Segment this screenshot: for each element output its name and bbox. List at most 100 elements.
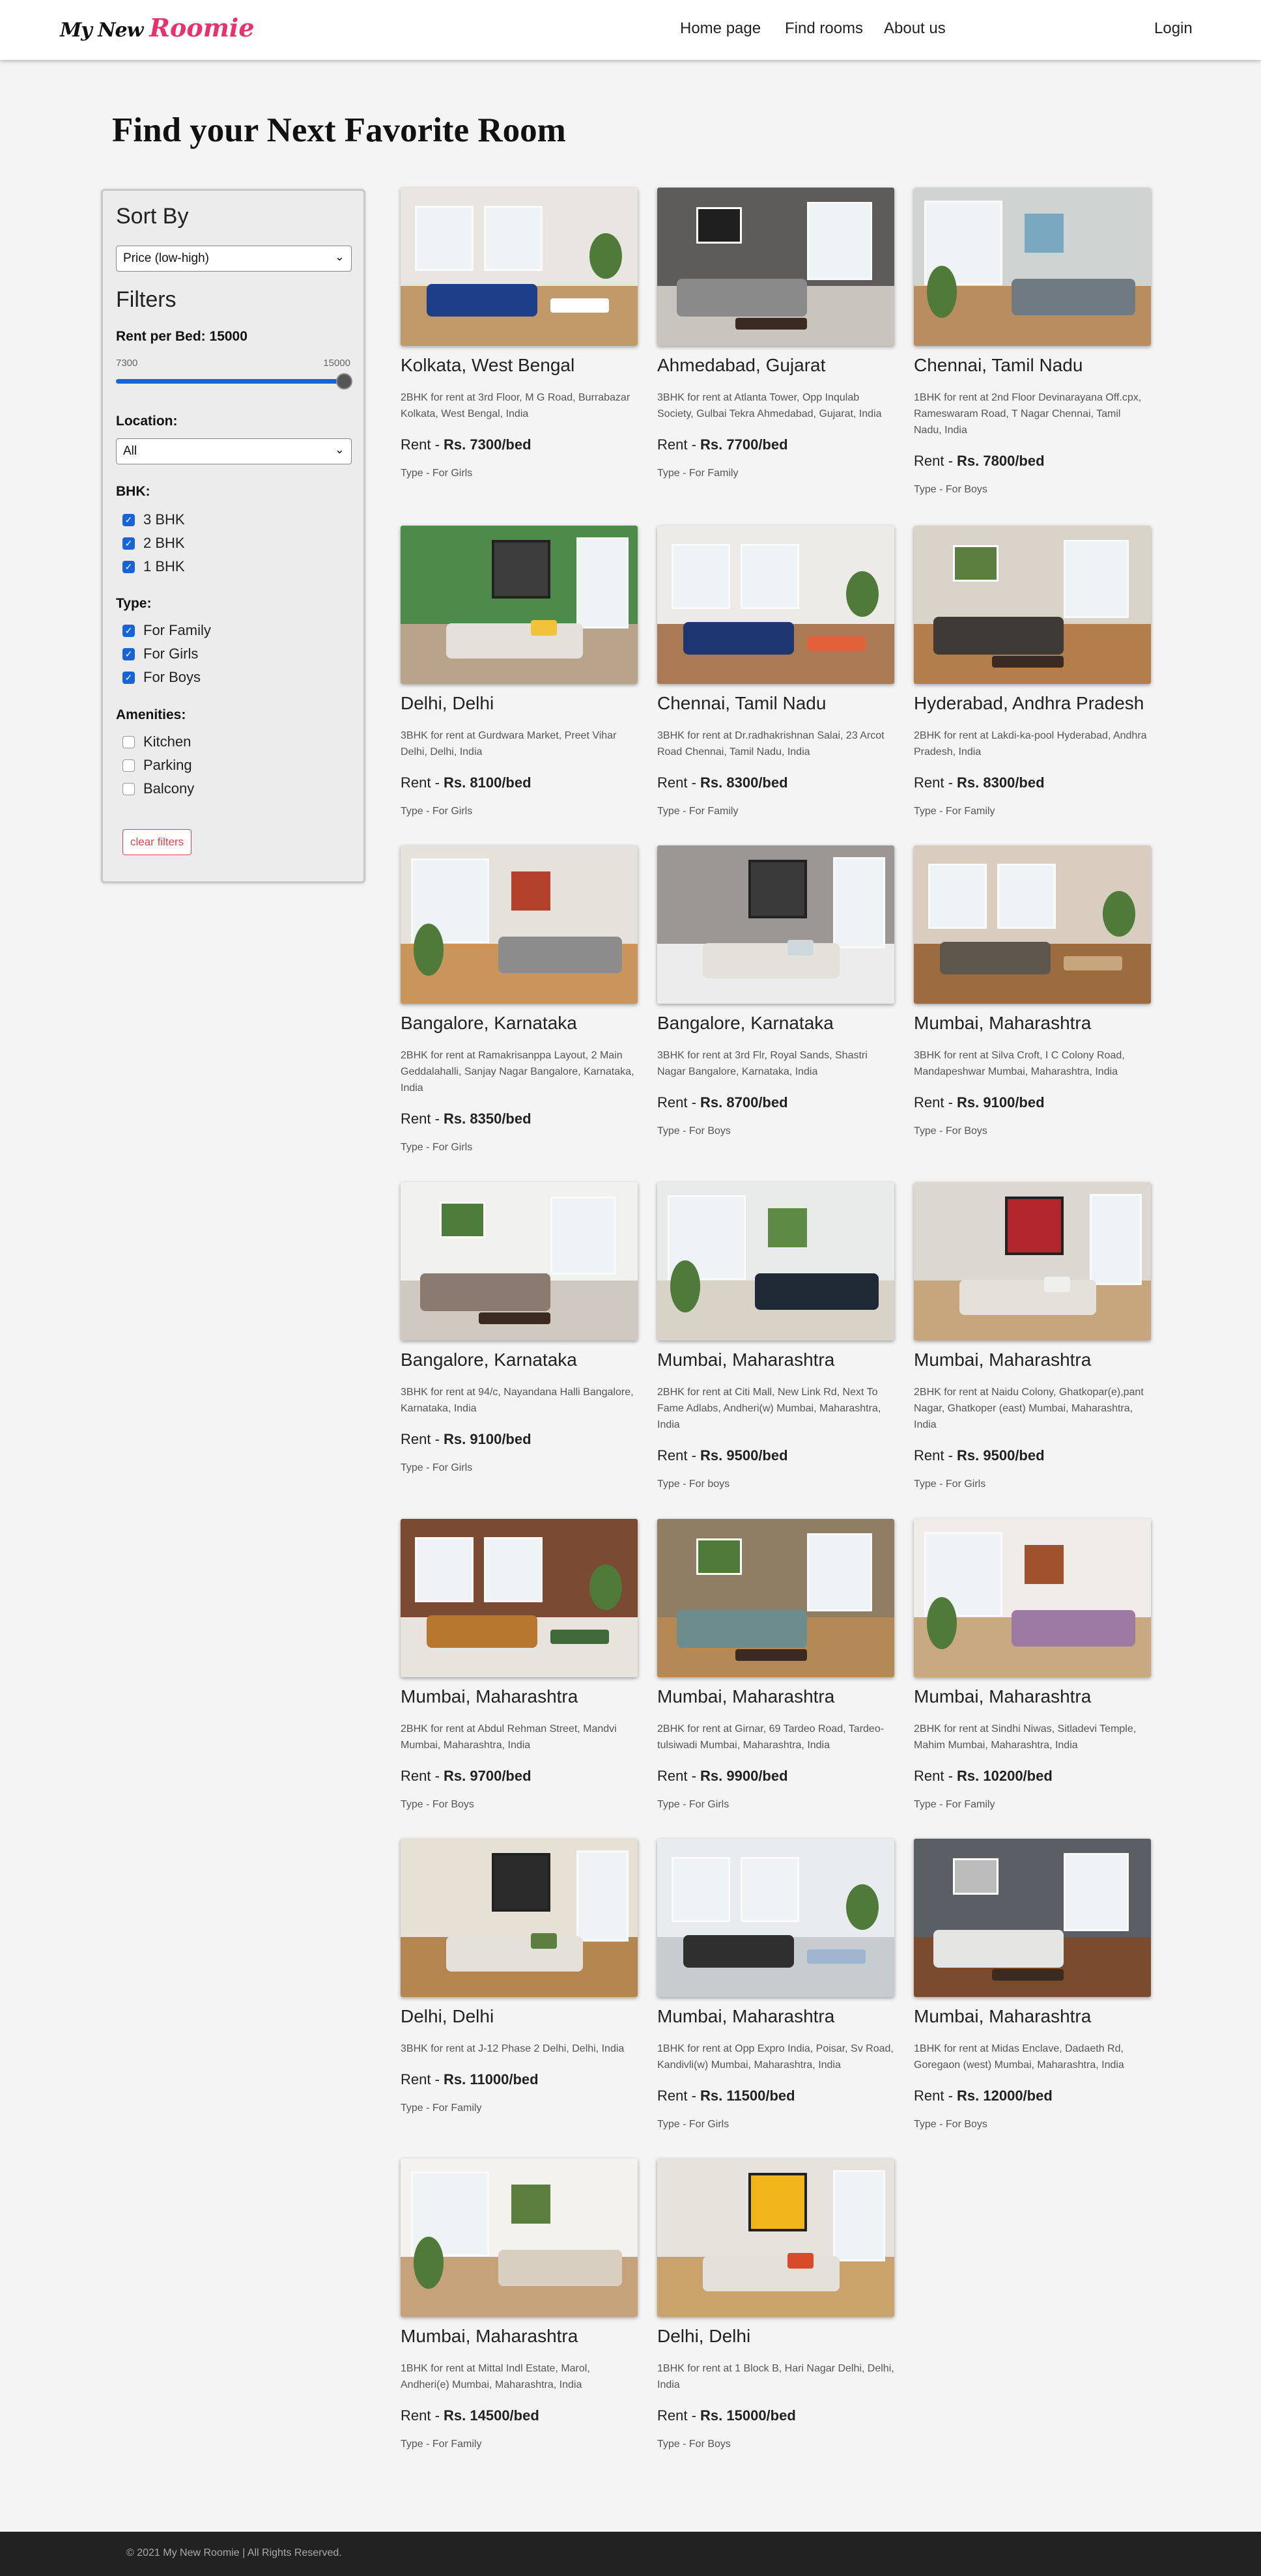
checkbox-label: For Boys — [143, 669, 201, 685]
room-city: Bangalore, Karnataka — [401, 1350, 577, 1370]
bhk-3-checkbox[interactable]: ✓ 3 BHK — [122, 511, 185, 528]
rent-slider-thumb[interactable] — [336, 373, 352, 389]
room-type: Type - For Family — [914, 806, 995, 817]
sort-heading: Sort By — [116, 204, 189, 229]
room-photo[interactable] — [401, 1839, 638, 1997]
amenities-label: Amenities: — [116, 707, 186, 722]
room-card[interactable]: Delhi, Delhi 3BHK for rent at J-12 Phase … — [401, 1839, 638, 2114]
rent-amount: Rs. 14500/bed — [444, 2407, 539, 2424]
filter-sidebar: Sort By Price (low-high) ⌄ Filters Rent … — [101, 189, 365, 883]
amenity-balcony-checkbox[interactable]: Balcony — [122, 780, 194, 797]
location-select[interactable]: All ⌄ — [116, 438, 352, 464]
checkbox-checked-icon[interactable]: ✓ — [122, 537, 135, 550]
room-photo[interactable] — [914, 1182, 1151, 1340]
room-description: 3BHK for rent at Atlanta Tower, Opp Inqu… — [657, 392, 882, 419]
room-card[interactable]: Mumbai, Maharashtra 2BHK for rent at Sind… — [914, 1519, 1151, 1811]
room-rent: Rent - Rs. 9500/bed — [657, 1447, 894, 1464]
logo[interactable]: My New Roomie — [60, 13, 255, 47]
checkbox-checked-icon[interactable]: ✓ — [122, 624, 135, 637]
room-type: Type - For Boys — [401, 1799, 474, 1810]
checkbox-checked-icon[interactable]: ✓ — [122, 671, 135, 684]
room-card[interactable]: Kolkata, West Bengal 2BHK for rent at 3rd… — [401, 188, 638, 479]
room-card[interactable]: Hyderabad, Andhra Pradesh 2BHK for rent a… — [914, 526, 1151, 817]
room-photo[interactable] — [914, 845, 1151, 1004]
checkbox-checked-icon[interactable]: ✓ — [122, 560, 135, 573]
sort-select[interactable]: Price (low-high) ⌄ — [116, 246, 352, 272]
room-photo[interactable] — [657, 2158, 894, 2317]
room-card[interactable]: Mumbai, Maharashtra 2BHK for rent at Abdu… — [401, 1519, 638, 1811]
checkbox-checked-icon[interactable]: ✓ — [122, 647, 135, 660]
room-photo[interactable] — [401, 188, 638, 346]
room-card[interactable]: Mumbai, Maharashtra 1BHK for rent at Opp … — [657, 1839, 894, 2130]
range-max-value: 15000 — [323, 358, 350, 369]
room-photo[interactable] — [401, 1519, 638, 1677]
room-photo[interactable] — [657, 845, 894, 1004]
room-card[interactable]: Mumbai, Maharashtra 3BHK for rent at Silv… — [914, 845, 1151, 1137]
clear-filters-button[interactable]: clear filters — [122, 829, 192, 855]
nav-home-link[interactable]: Home page — [680, 20, 761, 38]
room-card[interactable]: Delhi, Delhi 1BHK for rent at 1 Block B, … — [657, 2158, 894, 2450]
room-description: 1BHK for rent at Opp Expro India, Poisar… — [657, 2043, 894, 2071]
filters-heading: Filters — [116, 287, 177, 312]
rent-prefix: Rent - — [401, 1768, 444, 1784]
room-photo[interactable] — [914, 1839, 1151, 1997]
type-boys-checkbox[interactable]: ✓ For Boys — [122, 669, 201, 686]
room-card[interactable]: Bangalore, Karnataka 2BHK for rent at Ram… — [401, 845, 638, 1154]
rent-amount: Rs. 15000/bed — [700, 2407, 796, 2424]
room-card[interactable]: Mumbai, Maharashtra 1BHK for rent at Mida… — [914, 1839, 1151, 2130]
room-type: Type - For Family — [914, 1799, 995, 1810]
room-photo[interactable] — [657, 188, 894, 346]
room-photo[interactable] — [657, 1519, 894, 1677]
bhk-1-checkbox[interactable]: ✓ 1 BHK — [122, 558, 185, 575]
room-card[interactable]: Bangalore, Karnataka 3BHK for rent at 3rd… — [657, 845, 894, 1137]
room-card[interactable]: Ahmedabad, Gujarat 3BHK for rent at Atlan… — [657, 188, 894, 479]
amenity-parking-checkbox[interactable]: Parking — [122, 757, 192, 774]
room-rent: Rent - Rs. 7700/bed — [657, 436, 894, 453]
bhk-2-checkbox[interactable]: ✓ 2 BHK — [122, 535, 185, 552]
nav-login-link[interactable]: Login — [1154, 20, 1193, 38]
room-description: 2BHK for rent at 3rd Floor, M G Road, Bu… — [401, 392, 630, 419]
room-card[interactable]: Chennai, Tamil Nadu 3BHK for rent at Dr.r… — [657, 526, 894, 817]
checkbox-unchecked-icon[interactable] — [122, 735, 135, 748]
room-photo[interactable] — [914, 1519, 1151, 1677]
room-photo[interactable] — [401, 2158, 638, 2317]
amenity-kitchen-checkbox[interactable]: Kitchen — [122, 733, 191, 750]
rent-slider-track[interactable] — [116, 379, 345, 384]
room-card[interactable]: Bangalore, Karnataka 3BHK for rent at 94/… — [401, 1182, 638, 1474]
room-card[interactable]: Mumbai, Maharashtra 2BHK for rent at Citi… — [657, 1182, 894, 1490]
room-photo[interactable] — [657, 1182, 894, 1340]
type-family-checkbox[interactable]: ✓ For Family — [122, 622, 211, 639]
rent-prefix: Rent - — [657, 1094, 701, 1111]
room-photo[interactable] — [657, 526, 894, 684]
room-type: Type - For boys — [657, 1479, 730, 1490]
room-photo[interactable] — [914, 526, 1151, 684]
rent-prefix: Rent - — [914, 2088, 957, 2104]
room-photo[interactable] — [401, 526, 638, 684]
nav-about-link[interactable]: About us — [884, 20, 946, 38]
room-card[interactable]: Mumbai, Maharashtra 1BHK for rent at Mitt… — [401, 2158, 638, 2450]
room-card[interactable]: Chennai, Tamil Nadu 1BHK for rent at 2nd … — [914, 188, 1151, 496]
rent-prefix: Rent - — [914, 1447, 957, 1464]
room-rent: Rent - Rs. 7300/bed — [401, 436, 638, 453]
room-photo[interactable] — [657, 1839, 894, 1997]
room-photo[interactable] — [914, 188, 1151, 346]
room-card[interactable]: Mumbai, Maharashtra 2BHK for rent at Naid… — [914, 1182, 1151, 1490]
checkbox-unchecked-icon[interactable] — [122, 759, 135, 772]
footer-copyright: © 2021 My New Roomie | All Rights Reserv… — [126, 2547, 342, 2558]
nav-find-rooms-link[interactable]: Find rooms — [785, 20, 863, 38]
room-card[interactable]: Delhi, Delhi 3BHK for rent at Gurdwara Ma… — [401, 526, 638, 817]
checkbox-unchecked-icon[interactable] — [122, 782, 135, 795]
footer: © 2021 My New Roomie | All Rights Reserv… — [0, 2532, 1261, 2576]
chevron-down-icon: ⌄ — [334, 250, 345, 263]
room-photo[interactable] — [401, 1182, 638, 1340]
room-city: Bangalore, Karnataka — [657, 1013, 834, 1033]
room-card[interactable]: Mumbai, Maharashtra 2BHK for rent at Girn… — [657, 1519, 894, 1811]
room-rent: Rent - Rs. 9100/bed — [914, 1094, 1151, 1111]
room-photo[interactable] — [401, 845, 638, 1004]
room-type: Type - For Boys — [914, 1125, 987, 1137]
checkbox-checked-icon[interactable]: ✓ — [122, 513, 135, 526]
room-rent: Rent - Rs. 11500/bed — [657, 2088, 894, 2104]
room-description: 3BHK for rent at Gurdwara Market, Preet … — [401, 730, 617, 757]
type-girls-checkbox[interactable]: ✓ For Girls — [122, 645, 198, 662]
room-type: Type - For Boys — [657, 2439, 731, 2450]
